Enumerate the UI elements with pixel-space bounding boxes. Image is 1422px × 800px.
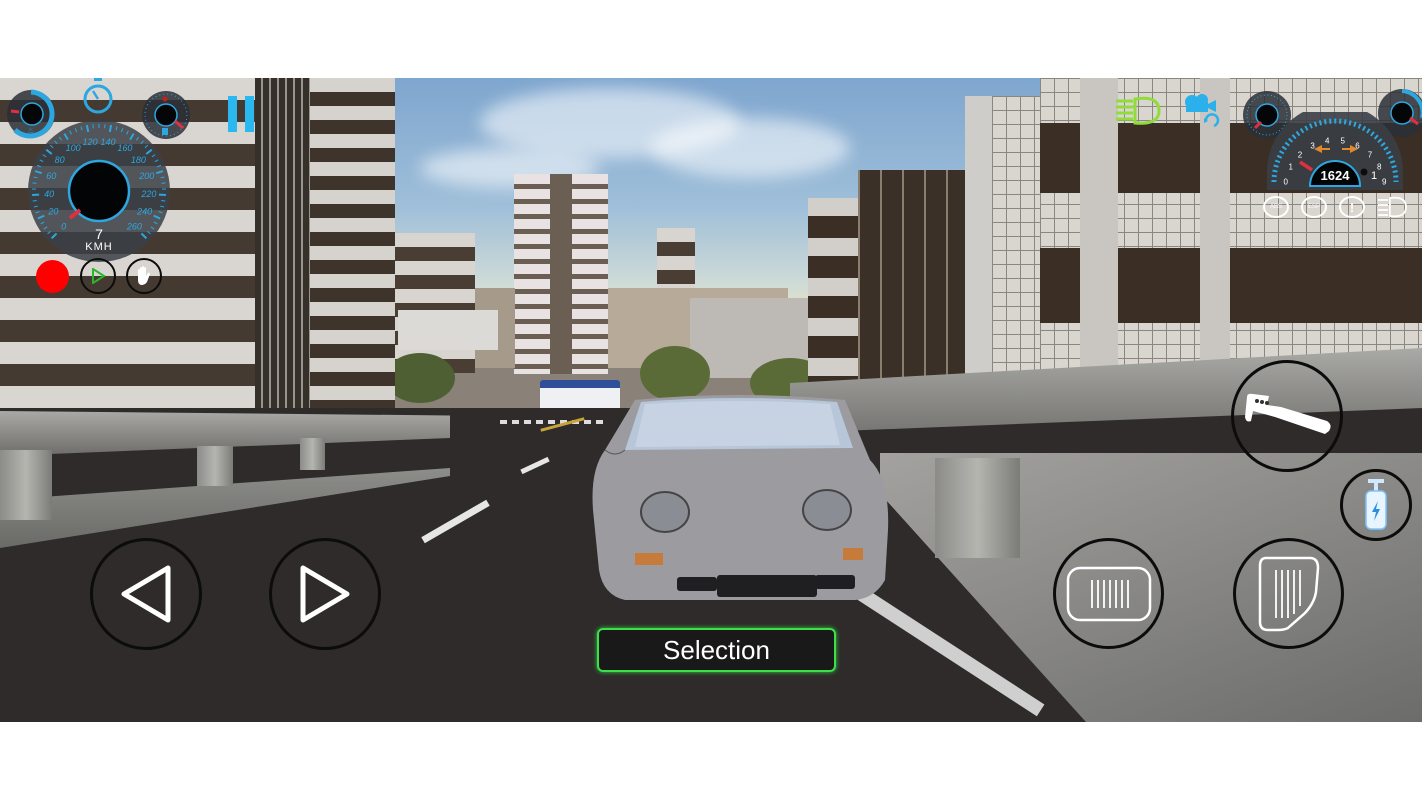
rail-post xyxy=(935,458,1020,558)
steer-right-button[interactable] xyxy=(269,538,381,650)
building-distant-left xyxy=(395,233,475,373)
speedo-tick-label: 40 xyxy=(44,189,54,199)
camera-switch-icon xyxy=(1185,94,1220,128)
brake-pedal-button[interactable] xyxy=(1053,538,1164,649)
rail-post xyxy=(300,438,325,470)
building-left-2 xyxy=(310,78,395,408)
selection-button[interactable]: Selection xyxy=(597,628,836,672)
tree xyxy=(385,353,455,403)
building-right-tiles xyxy=(992,96,1042,396)
warning-lights: ABS ESP ! xyxy=(1263,196,1422,222)
tach-tick-label: 1 xyxy=(1289,163,1294,172)
gear-indicator: 1 xyxy=(1370,170,1378,182)
speedometer: 0 20 40 60 80 100 120 140 160 180 200 220 240 260 7 K… xyxy=(26,118,172,264)
headlight-button[interactable] xyxy=(1115,96,1161,126)
speedo-tick-label: 20 xyxy=(47,207,58,217)
tach-tick-label: 5 xyxy=(1340,137,1345,146)
tachometer: 0123456789 1624 1 xyxy=(1264,104,1406,192)
arrow-left-icon xyxy=(121,565,171,623)
player-car xyxy=(585,390,891,604)
abs-light: ABS xyxy=(1263,196,1289,218)
arrow-right-icon xyxy=(300,565,350,623)
warning-light: ! xyxy=(1339,196,1365,218)
rpm-value: 1624 xyxy=(1320,168,1350,183)
speedo-tick-label: 80 xyxy=(55,155,65,165)
speedo-tick-label: 180 xyxy=(131,155,146,165)
camera-switch-button[interactable] xyxy=(1182,92,1224,132)
stopwatch-icon[interactable] xyxy=(81,78,115,114)
speedo-tick-label: 140 xyxy=(100,137,115,147)
building-right-small xyxy=(808,198,858,398)
speedo-tick-label: 60 xyxy=(46,171,56,181)
speedo-tick-label: 240 xyxy=(136,207,152,217)
speedo-tick-label: 160 xyxy=(117,143,132,153)
gas-pedal-icon xyxy=(1258,556,1319,631)
speedo-tick-label: 120 xyxy=(82,137,97,147)
play-icon xyxy=(92,268,106,284)
speed-unit: KMH xyxy=(85,241,113,253)
esp-light: ESP xyxy=(1301,196,1327,218)
tach-tick-label: 0 xyxy=(1284,177,1289,186)
building-right-glass xyxy=(858,170,968,410)
hand-stop-icon xyxy=(138,266,150,285)
brake-pedal-icon xyxy=(1066,566,1151,621)
cloud xyxy=(650,118,850,178)
gas-pedal-button[interactable] xyxy=(1233,538,1344,649)
nitro-button[interactable] xyxy=(1340,469,1412,541)
low-beam-light xyxy=(1378,196,1407,218)
tach-tick-label: 7 xyxy=(1368,150,1373,159)
handbrake-icon xyxy=(1245,393,1331,434)
building-left-pillar xyxy=(255,78,315,418)
speedo-tick xyxy=(85,124,90,133)
steer-left-button[interactable] xyxy=(90,538,202,650)
tach-tick-label: 2 xyxy=(1298,150,1303,159)
record-button[interactable] xyxy=(36,260,69,293)
building-right-pillar xyxy=(965,96,995,416)
nitro-bottle-icon xyxy=(1365,479,1387,530)
headlight-icon xyxy=(1116,96,1161,125)
speedo-tick-label: 220 xyxy=(140,189,156,199)
building-distant-center-tower xyxy=(514,174,608,374)
speedo-tick-label: 100 xyxy=(66,143,81,153)
tach-tick-label: 4 xyxy=(1325,137,1330,146)
speedo-tick xyxy=(161,199,166,202)
rail-post xyxy=(0,450,52,520)
speed-value: 7 xyxy=(95,226,103,242)
rail-post xyxy=(197,446,233,486)
play-button[interactable] xyxy=(80,258,116,294)
handbrake-button[interactable] xyxy=(1231,360,1343,472)
speedo-tick-label: 200 xyxy=(138,171,154,181)
tach-tick-label: 9 xyxy=(1382,177,1387,186)
pause-icon xyxy=(228,96,237,132)
speedo-tick xyxy=(32,199,37,202)
pause-button[interactable] xyxy=(228,96,256,132)
speedo-tick xyxy=(108,124,113,133)
hand-stop-button[interactable] xyxy=(126,258,162,294)
game-viewport: ♨ 0 20 40 60 80 100 120 140 160 180 200 220 240 260 xyxy=(0,78,1422,722)
building-white-low xyxy=(398,310,498,350)
